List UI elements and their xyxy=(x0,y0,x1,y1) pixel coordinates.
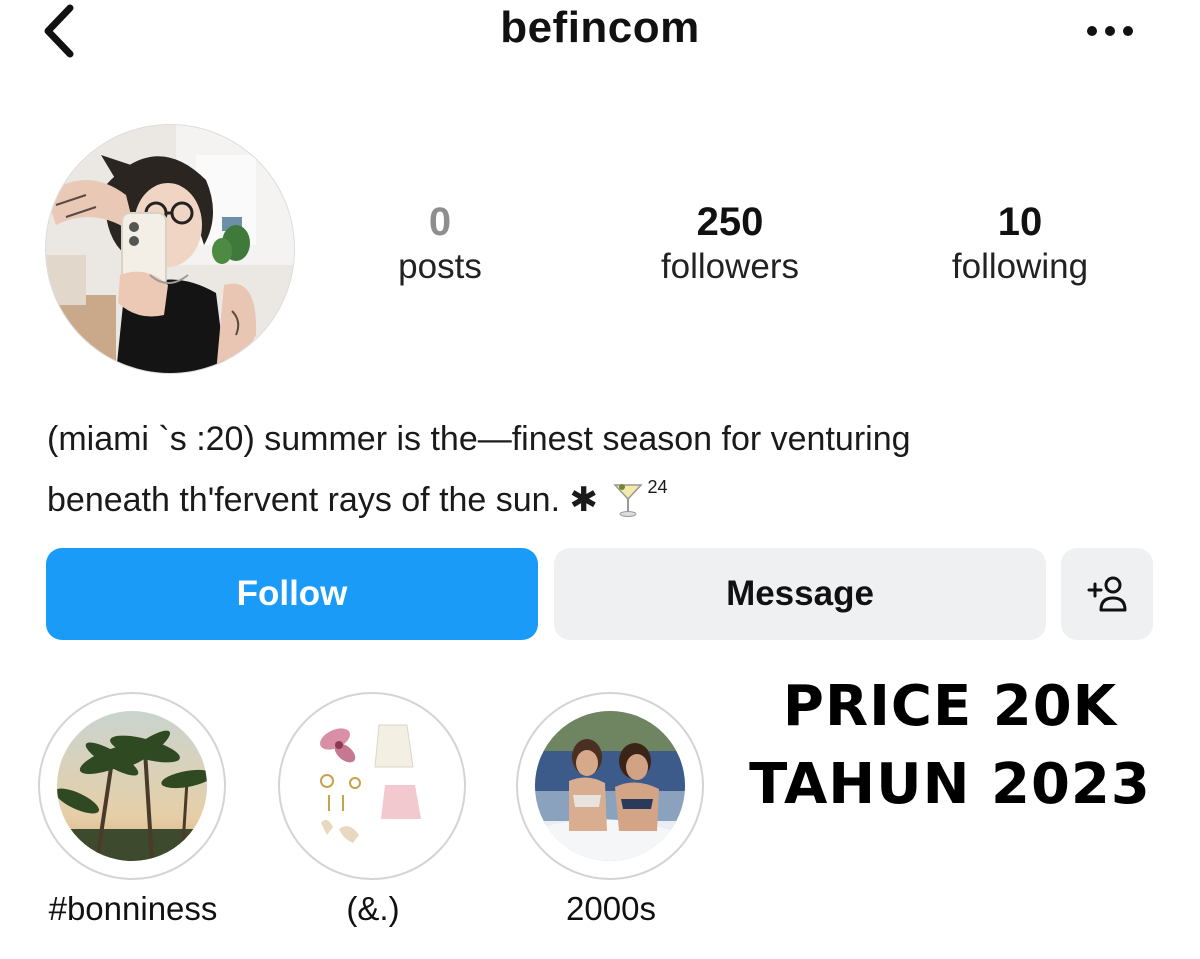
bio-line-2: beneath th'fervent rays of the sun. ✱ 24 xyxy=(47,463,1167,524)
profile-photo xyxy=(46,125,294,373)
highlight-label: #bonniness xyxy=(48,890,218,927)
profile-username: befincom xyxy=(500,3,700,52)
more-horizontal-icon xyxy=(1087,26,1133,36)
highlight-label: (&.) xyxy=(346,890,400,927)
stat-following[interactable]: 10 following xyxy=(920,198,1120,288)
highlight-bonniness[interactable]: #bonniness xyxy=(38,692,228,927)
followers-label: followers xyxy=(660,247,800,286)
stat-followers[interactable]: 250 followers xyxy=(630,198,830,288)
highlight-thumbnail xyxy=(57,711,207,861)
bio-superscript: 24 xyxy=(647,477,668,497)
highlight-label: 2000s xyxy=(566,890,656,927)
promo-price-text: PRICE 20K xyxy=(782,674,1118,739)
cocktail-glass-icon xyxy=(613,484,644,517)
asterisk-glyph: ✱ xyxy=(569,481,598,519)
bio-line-1: (miami `s :20) summer is the—finest seas… xyxy=(47,420,911,458)
palm-trees-image xyxy=(57,711,207,861)
add-user-button[interactable] xyxy=(1061,548,1153,640)
follow-button[interactable]: Follow xyxy=(46,548,538,640)
following-label: following xyxy=(951,247,1089,286)
posts-count: 0 xyxy=(428,200,452,244)
profile-bio: (miami `s :20) summer is the—finest seas… xyxy=(47,415,1167,524)
stat-posts[interactable]: 0 posts xyxy=(360,198,520,288)
friends-on-boat-image xyxy=(535,711,685,861)
highlight-ampersand[interactable]: (&.) xyxy=(278,692,468,927)
highlight-ring xyxy=(38,692,226,880)
following-count: 10 xyxy=(997,200,1043,244)
highlight-thumbnail xyxy=(297,711,447,861)
followers-count: 250 xyxy=(696,200,764,244)
highlight-thumbnail xyxy=(535,711,685,861)
posts-label: posts xyxy=(398,247,482,286)
more-options-button[interactable] xyxy=(1075,14,1145,48)
highlight-2000s[interactable]: 2000s xyxy=(516,692,706,927)
bio-line-2-text: beneath th'fervent rays of the sun. xyxy=(47,481,570,519)
add-user-icon xyxy=(1087,576,1127,612)
avatar[interactable] xyxy=(46,125,294,373)
promo-year-text: TAHUN 2023 xyxy=(749,752,1151,817)
message-button[interactable]: Message xyxy=(554,548,1046,640)
highlight-ring xyxy=(278,692,466,880)
highlight-ring xyxy=(516,692,704,880)
outfit-collage-image xyxy=(297,711,447,861)
